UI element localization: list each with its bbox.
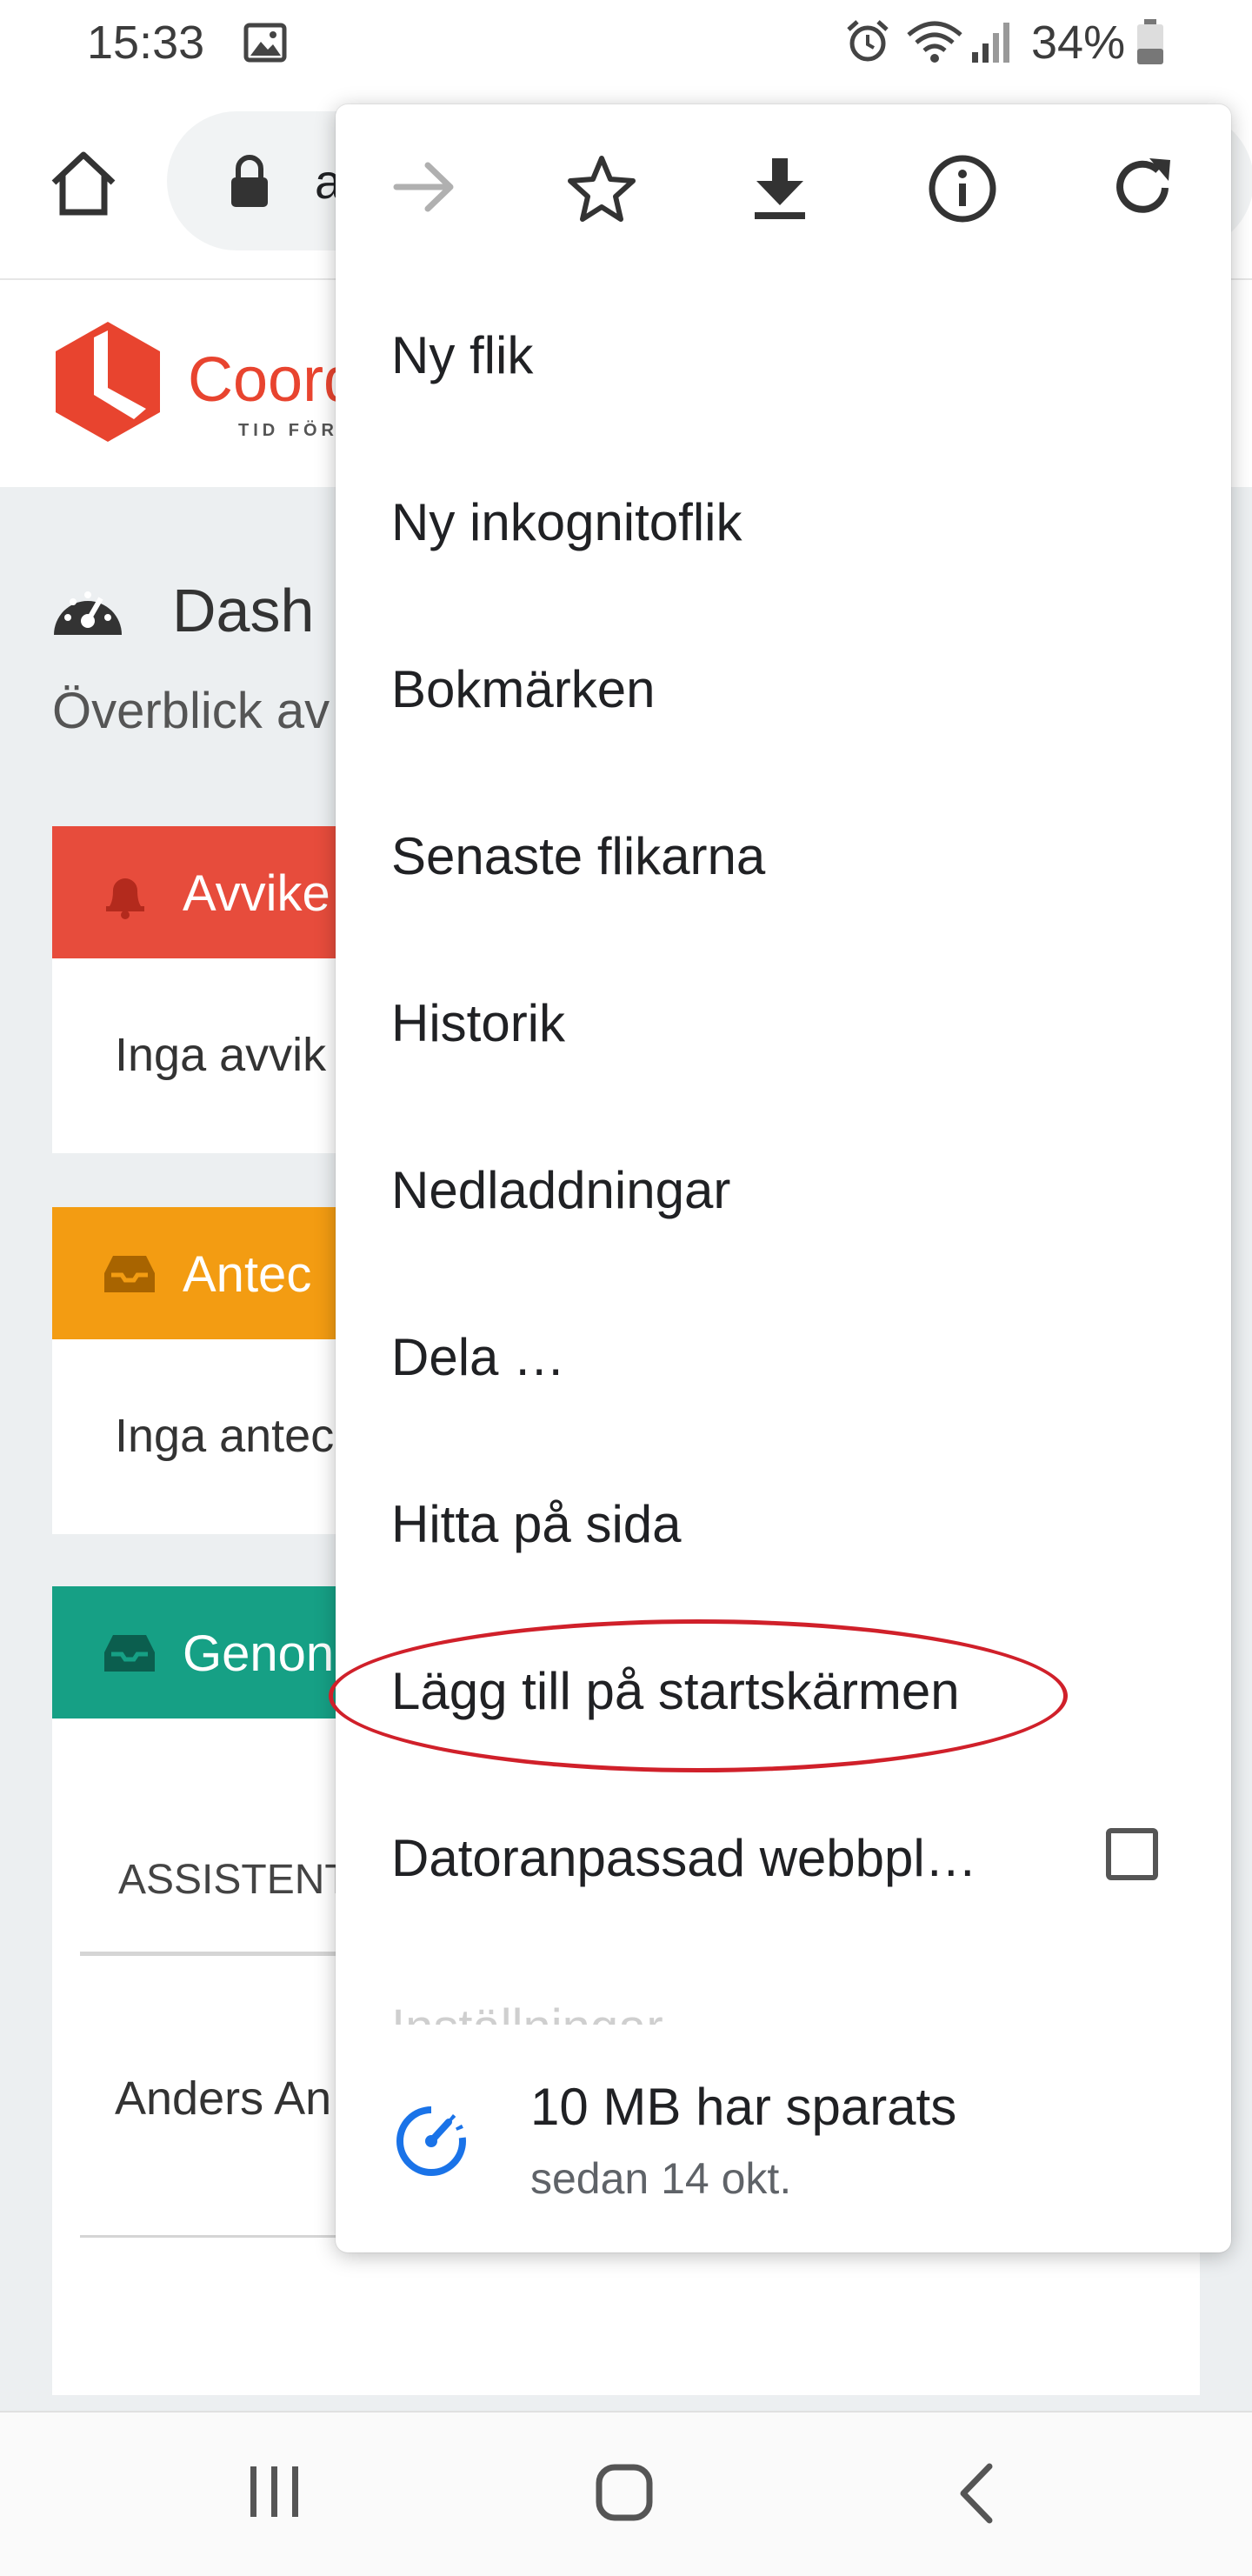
- bookmark-star-icon[interactable]: [567, 153, 636, 223]
- brand-tagline: TID FÖR: [238, 421, 338, 440]
- status-time: 15:33: [87, 17, 205, 69]
- desktop-site-checkbox[interactable]: [1106, 1828, 1158, 1880]
- table-header-assistant: ASSISTENT: [118, 1857, 350, 1903]
- highlight-ellipse: [329, 1619, 1068, 1772]
- battery-icon: [1137, 19, 1163, 64]
- home-icon[interactable]: [47, 148, 120, 217]
- menu-item-history[interactable]: Historik: [391, 993, 565, 1053]
- menu-item-downloads[interactable]: Nedladdningar: [391, 1160, 730, 1220]
- coord-logo-icon: [56, 322, 160, 442]
- recent-apps-icon[interactable]: [249, 2465, 301, 2519]
- menu-item-recent-tabs[interactable]: Senaste flikarna: [391, 826, 765, 886]
- data-saved-amount[interactable]: 10 MB har sparats: [530, 2077, 956, 2137]
- inbox-icon: [104, 1635, 155, 1672]
- menu-item-desktop-site[interactable]: Datoranpassad webbpl…: [391, 1828, 977, 1888]
- alarm-icon: [847, 20, 889, 62]
- battery-percent: 34%: [1031, 17, 1126, 69]
- reload-icon[interactable]: [1108, 153, 1177, 223]
- deviations-card-title: Avvike: [183, 865, 330, 922]
- menu-item-share[interactable]: Dela …: [391, 1327, 565, 1387]
- bell-icon: [106, 878, 144, 919]
- table-row-name[interactable]: Anders An: [115, 2072, 331, 2126]
- notes-card-title: Antec: [183, 1246, 312, 1303]
- dashboard-subtitle: Överblick av: [52, 683, 330, 739]
- system-nav-bar: [0, 2411, 1252, 2576]
- image-notification-icon: [243, 23, 287, 63]
- download-icon[interactable]: [749, 155, 810, 221]
- dashboard-title: Dash: [172, 577, 315, 644]
- menu-item-find-in-page[interactable]: Hitta på sida: [391, 1494, 682, 1554]
- signal-icon: [972, 23, 1009, 63]
- menu-item-new-tab[interactable]: Ny flik: [391, 325, 533, 385]
- dashboard-gauge-icon: [54, 591, 122, 635]
- back-icon[interactable]: [956, 2463, 995, 2524]
- lock-icon: [231, 155, 268, 207]
- status-bar: 15:33 34%: [0, 0, 1252, 87]
- data-saver-icon: [396, 2106, 466, 2176]
- data-saved-since: sedan 14 okt.: [530, 2154, 792, 2203]
- forward-icon[interactable]: [393, 157, 457, 217]
- overview-card-title: Genon: [183, 1625, 335, 1682]
- menu-item-new-incognito-tab[interactable]: Ny inkognitoflik: [391, 492, 743, 552]
- inbox-icon: [104, 1256, 155, 1292]
- menu-item-settings[interactable]: Inställningar: [391, 1999, 663, 2025]
- page-info-icon[interactable]: [927, 153, 998, 224]
- brand-name: Coord: [188, 345, 359, 415]
- notes-card-text: Inga antec: [115, 1410, 335, 1462]
- home-nav-icon[interactable]: [595, 2463, 654, 2522]
- wifi-icon: [907, 21, 962, 63]
- deviations-card-text: Inga avvik: [115, 1029, 327, 1081]
- menu-icon-row: [336, 104, 1231, 270]
- menu-item-bookmarks[interactable]: Bokmärken: [391, 659, 655, 719]
